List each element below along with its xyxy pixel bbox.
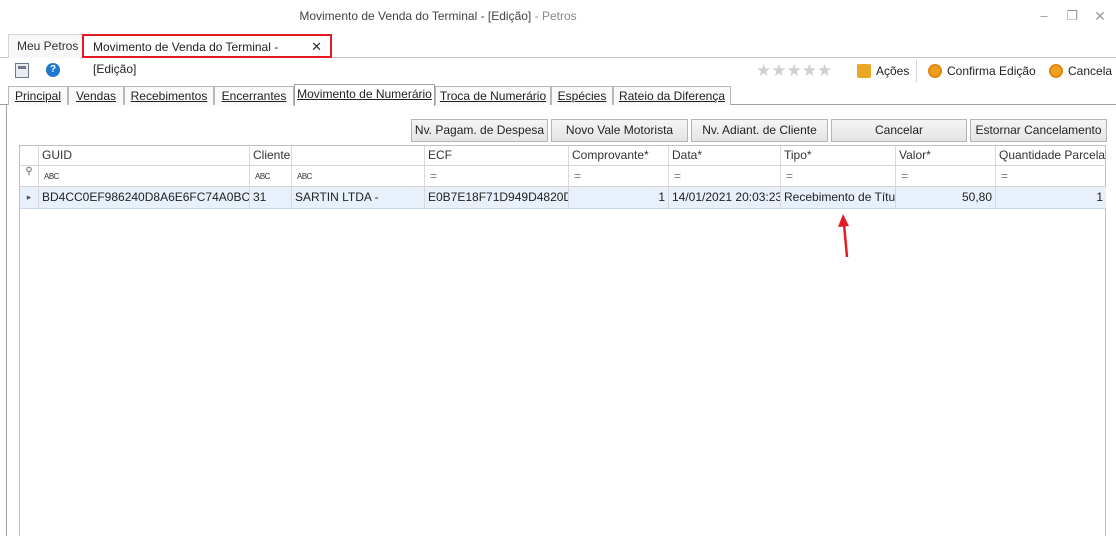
filter-comprovante[interactable]: = xyxy=(568,166,668,186)
equals-filter-icon: = xyxy=(674,169,682,183)
text-filter-icon: ABC xyxy=(297,172,312,181)
tab-troca-numerario[interactable]: Troca de Numerário xyxy=(435,86,551,105)
col-header-guid[interactable]: GUID xyxy=(38,146,249,165)
filter-ecf[interactable]: = xyxy=(424,166,568,186)
nv-pagam-despesa-button[interactable]: Nv. Pagam. de Despesa xyxy=(411,119,548,142)
nv-adiant-cliente-button[interactable]: Nv. Adiant. de Cliente xyxy=(691,119,828,142)
cancelar-button[interactable]: Cancelar xyxy=(831,119,967,142)
text-filter-icon: ABC xyxy=(255,172,270,181)
restore-icon[interactable]: ❐ xyxy=(1062,7,1082,25)
toolbar-divider xyxy=(916,60,917,82)
cell-cliente[interactable]: 31 xyxy=(249,187,291,208)
col-header-nome[interactable] xyxy=(291,146,424,165)
col-header-quantidade-parcela[interactable]: Quantidade Parcela* xyxy=(995,146,1106,165)
row-indicator-icon: ▸ xyxy=(26,192,32,202)
tab-especies[interactable]: Espécies xyxy=(551,86,613,105)
cell-quantidade-parcela[interactable]: 1 xyxy=(995,187,1106,208)
help-icon[interactable]: ? xyxy=(46,63,60,77)
acoes-label: Ações xyxy=(876,64,910,78)
filter-data[interactable]: = xyxy=(668,166,780,186)
red-arrow-annotation xyxy=(838,214,849,258)
window-title: Movimento de Venda do Terminal - [Edição… xyxy=(299,9,577,23)
confirma-edicao-button[interactable]: Confirma Edição xyxy=(928,62,1036,80)
movimento-grid[interactable]: GUID Cliente ECF Comprovante* Data* Tipo… xyxy=(19,145,1106,536)
estornar-cancelamento-button[interactable]: Estornar Cancelamento xyxy=(970,119,1107,142)
tab-principal[interactable]: Principal xyxy=(8,86,68,105)
acoes-icon xyxy=(857,64,871,78)
grid-filter-row: ⚲ ABC ABC ABC = = = = = = xyxy=(20,166,1106,187)
cancela-label: Cancela xyxy=(1068,64,1113,78)
toolbar: ? ★★★★★ Ações Confirma Edição Cancela xyxy=(0,60,1116,82)
app-name: Petros xyxy=(541,9,577,23)
cell-tipo[interactable]: Recebimento de Título xyxy=(780,187,895,208)
cell-valor[interactable]: 50,80 xyxy=(895,187,995,208)
close-tab-icon[interactable]: ✕ xyxy=(311,36,322,58)
filter-valor[interactable]: = xyxy=(895,166,995,186)
tab-rateio-diferenca[interactable]: Rateio da Diferença xyxy=(613,86,731,105)
check-circle-icon xyxy=(928,64,942,78)
cell-guid[interactable]: BD4CC0EF986240D8A6E6FC74A0BC9129 xyxy=(38,187,249,208)
filter-tipo[interactable]: = xyxy=(780,166,895,186)
filter-cliente[interactable]: ABC xyxy=(249,166,291,186)
col-header-cliente[interactable]: Cliente xyxy=(249,146,291,165)
filter-quantidade-parcela[interactable]: = xyxy=(995,166,1106,186)
tab-movimento-numerario[interactable]: Movimento de Numerário xyxy=(294,84,435,106)
equals-filter-icon: = xyxy=(786,169,794,183)
tab-vendas[interactable]: Vendas xyxy=(68,86,124,105)
col-header-ecf[interactable]: ECF xyxy=(424,146,568,165)
novo-vale-motorista-button[interactable]: Novo Vale Motorista xyxy=(551,119,688,142)
doc-tab-meu-petros[interactable]: Meu Petros xyxy=(8,34,88,58)
equals-filter-icon: = xyxy=(430,169,438,183)
doc-tab-movimento-venda[interactable]: Movimento de Venda do Terminal - [Edição… xyxy=(82,34,332,76)
tab-encerrantes[interactable]: Encerrantes xyxy=(214,86,294,105)
cancela-button[interactable]: Cancela xyxy=(1049,62,1112,80)
window-title-text: Movimento de Venda do Terminal - [Edição… xyxy=(299,9,532,23)
title-bar: Movimento de Venda do Terminal - [Edição… xyxy=(0,0,1116,32)
equals-filter-icon: = xyxy=(1001,169,1009,183)
main-tab-strip: Principal Vendas Recebimentos Encerrante… xyxy=(0,84,1116,106)
col-header-tipo[interactable]: Tipo* xyxy=(780,146,895,165)
col-header-comprovante[interactable]: Comprovante* xyxy=(568,146,668,165)
filter-pin-icon: ⚲ xyxy=(25,166,33,177)
col-header-valor[interactable]: Valor* xyxy=(895,146,995,165)
minimize-icon[interactable]: – xyxy=(1034,7,1054,25)
equals-filter-icon: = xyxy=(901,169,909,183)
document-tab-strip: Meu Petros Movimento de Venda do Termina… xyxy=(0,34,1116,76)
cell-ecf[interactable]: E0B7E18F71D949D4820DC8 xyxy=(424,187,568,208)
cancel-circle-icon xyxy=(1049,64,1063,78)
rating-stars[interactable]: ★★★★★ xyxy=(756,61,832,81)
filter-guid[interactable]: ABC xyxy=(38,166,249,186)
calculator-icon[interactable] xyxy=(15,63,29,78)
header-indicator-cell xyxy=(20,146,38,165)
confirma-label: Confirma Edição xyxy=(947,64,1036,78)
col-header-data[interactable]: Data* xyxy=(668,146,780,165)
acoes-button[interactable]: Ações xyxy=(857,62,909,80)
filter-nome[interactable]: ABC xyxy=(291,166,424,186)
close-window-icon[interactable]: ✕ xyxy=(1090,7,1110,25)
equals-filter-icon: = xyxy=(574,169,582,183)
table-row[interactable]: ▸ BD4CC0EF986240D8A6E6FC74A0BC9129 31 SA… xyxy=(20,187,1106,209)
grid-header-row: GUID Cliente ECF Comprovante* Data* Tipo… xyxy=(20,146,1106,166)
cell-comprovante[interactable]: 1 xyxy=(568,187,668,208)
cell-nome[interactable]: SARTIN LTDA - xyxy=(291,187,424,208)
text-filter-icon: ABC xyxy=(44,172,59,181)
tab-recebimentos[interactable]: Recebimentos xyxy=(124,86,214,105)
cell-data[interactable]: 14/01/2021 20:03:23 xyxy=(668,187,780,208)
